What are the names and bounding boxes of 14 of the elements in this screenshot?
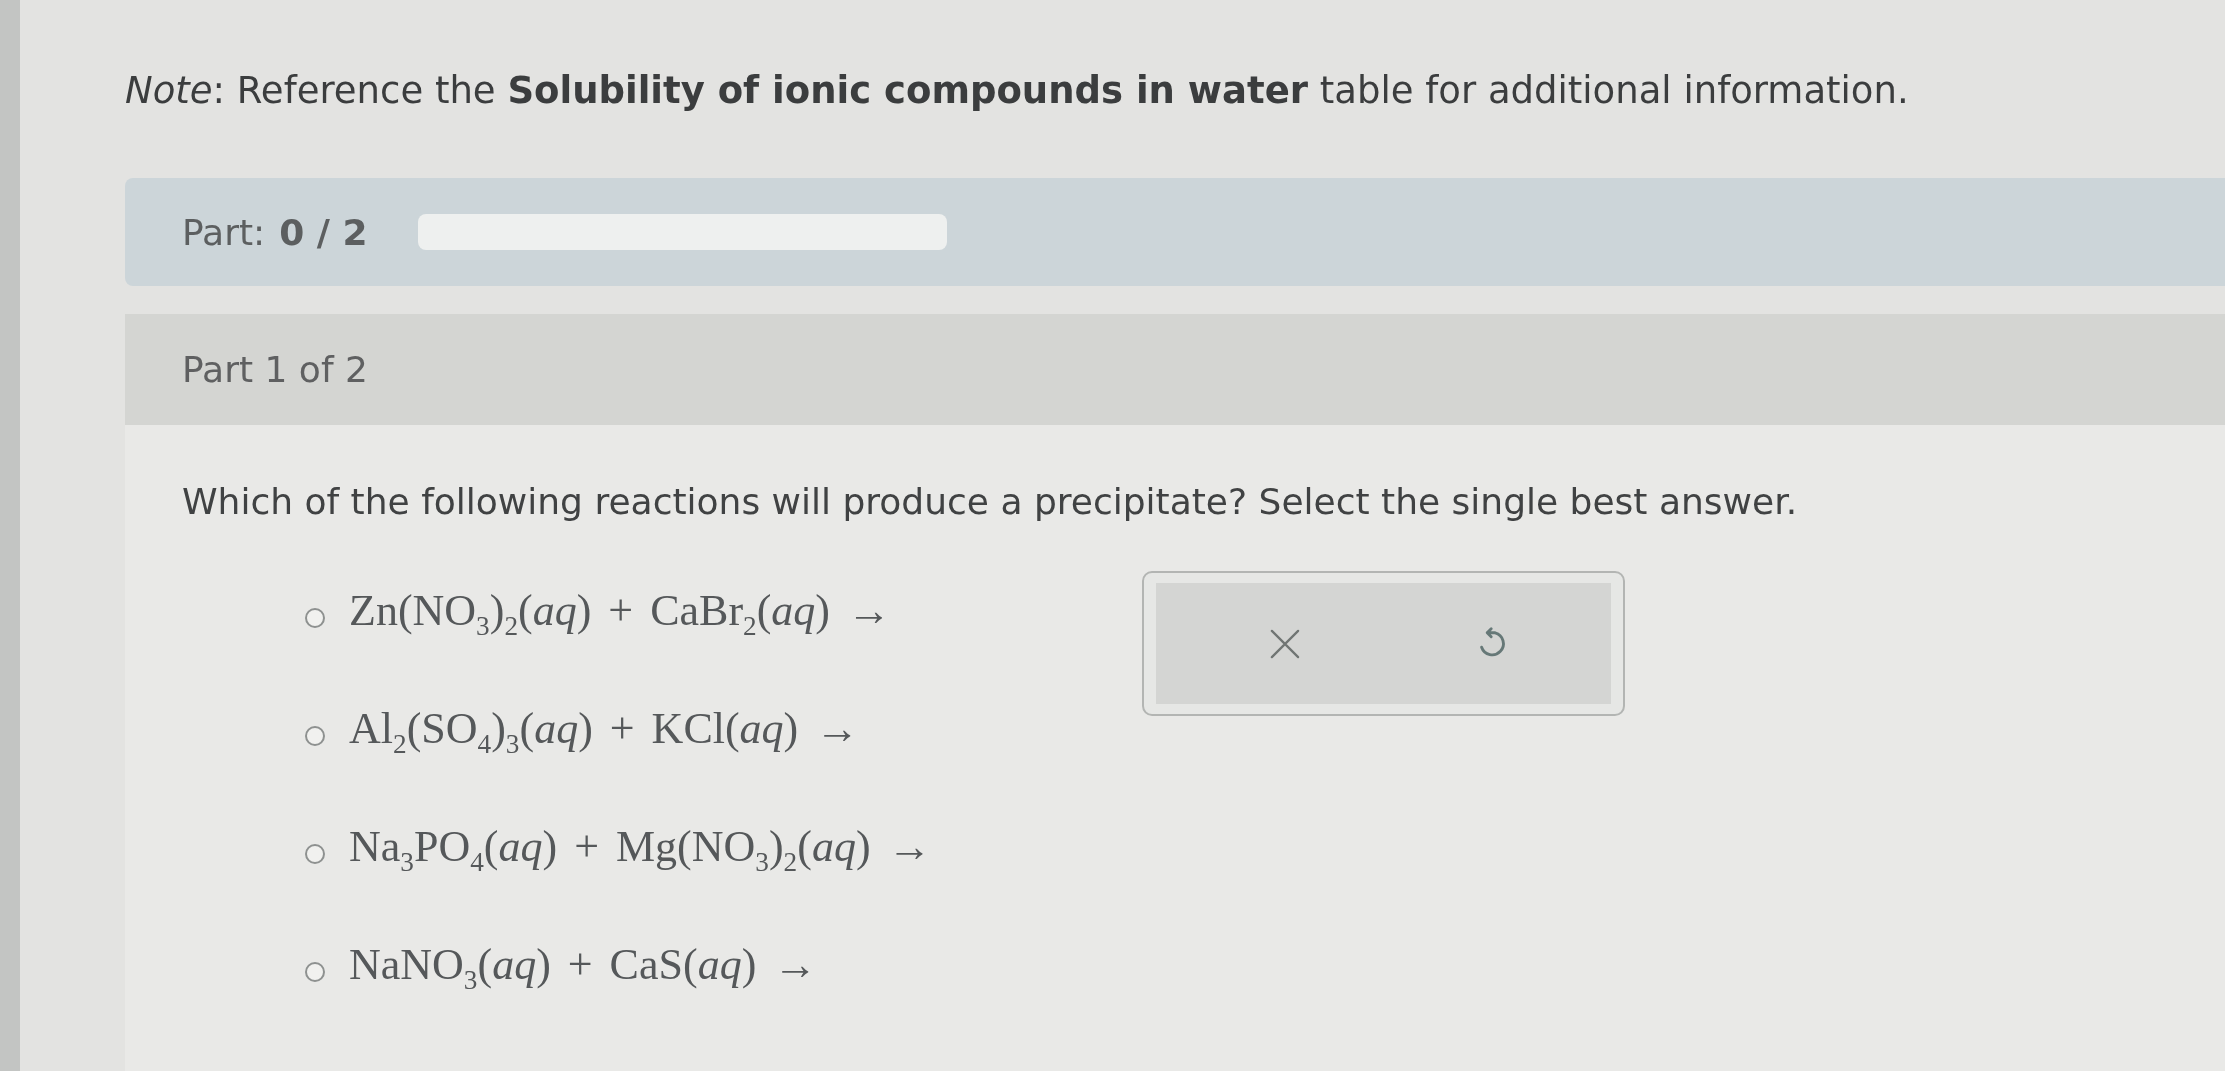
part-title: Part 1 of 2 <box>182 349 368 390</box>
answer-option[interactable]: NaNO$_{3}$(aq) + CaS(aq) → <box>349 934 818 1010</box>
answer-option[interactable]: Al$_{2}$(SO$_{4}$)$_{3}$(aq) + KCl(aq) → <box>349 698 860 774</box>
part-label: Part: <box>182 211 266 253</box>
radio-button[interactable] <box>305 962 325 982</box>
close-icon <box>1269 628 1300 659</box>
radio-button[interactable] <box>305 844 325 864</box>
answer-option[interactable]: Na$_{3}$PO$_{4}$(aq) + Mg(NO$_{3}$)$_{2}$(aq) → <box>349 816 932 892</box>
radio-button[interactable] <box>305 608 325 628</box>
radio-button[interactable] <box>305 726 325 746</box>
question-text: Which of the following reactions will produce a precipitate? Select the single best answer. <box>182 480 1799 524</box>
answer-option[interactable]: Zn(NO$_{3}$)$_{2}$(aq) + CaBr$_{2}$(aq) → <box>349 580 891 656</box>
note-text: Note: Reference the Solubility of ionic compounds in water table for additional information. <box>125 68 1910 114</box>
part-count: 0 / 2 <box>279 211 368 253</box>
